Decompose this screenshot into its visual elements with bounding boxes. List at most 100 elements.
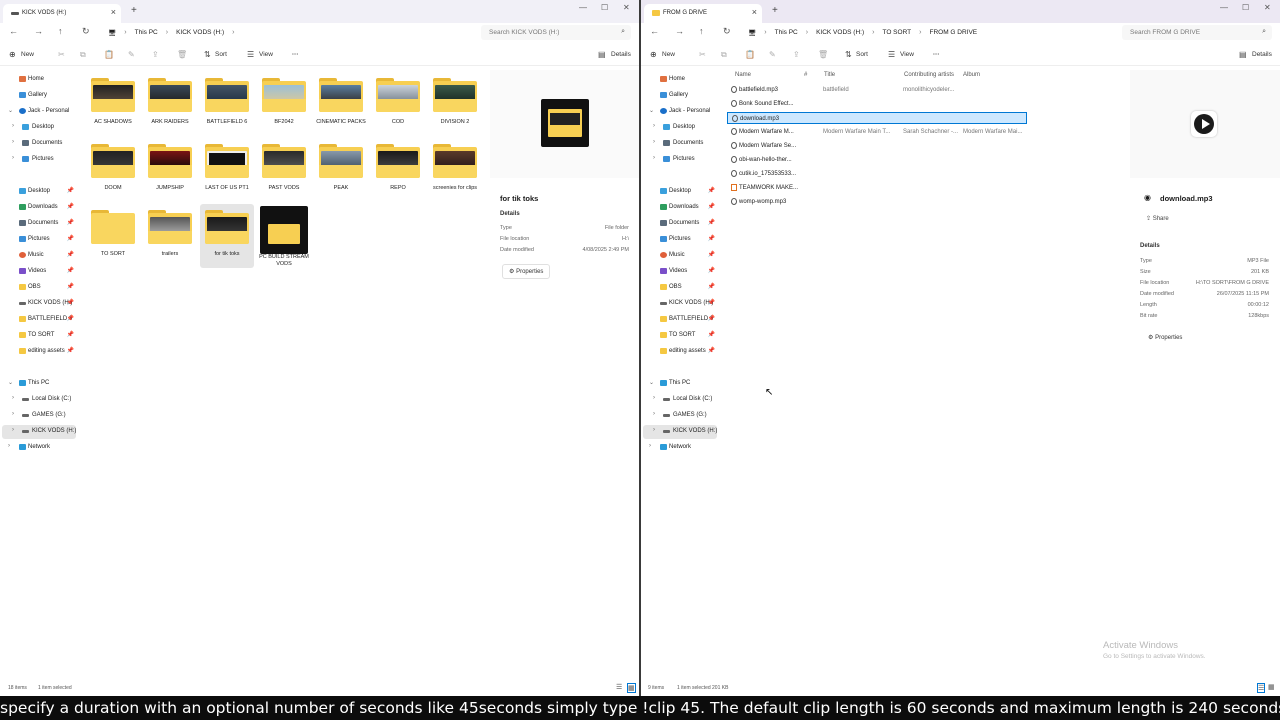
column-header-album[interactable]: Album bbox=[963, 72, 980, 78]
sidebar-item-this-pc[interactable]: ⌄ This PC bbox=[0, 377, 80, 391]
folder-item[interactable]: REPO bbox=[371, 138, 425, 202]
breadcrumb[interactable]: 🖥 › This PC › KICK VODS (H:) › TO SORT ›… bbox=[748, 25, 1108, 40]
folder-item[interactable]: PC BUILD STREAM VODS bbox=[257, 204, 311, 268]
folder-item[interactable]: TO SORT bbox=[86, 204, 140, 268]
pin-icon[interactable]: 📌 bbox=[708, 219, 715, 226]
sort-icon[interactable]: ⇅ bbox=[845, 50, 852, 59]
sidebar-item-editing-assets[interactable]: editing assets 📌 bbox=[641, 345, 721, 359]
folder-item[interactable]: CINEMATIC PACKS bbox=[314, 72, 368, 136]
sidebar-item-kick-vods-drive[interactable]: › KICK VODS (H:) bbox=[2, 425, 76, 439]
refresh-icon[interactable]: ↻ bbox=[723, 26, 731, 37]
rename-icon[interactable]: ✎ bbox=[769, 50, 776, 59]
sidebar-item-gallery[interactable]: Gallery bbox=[641, 89, 721, 103]
file-row[interactable]: battlefield.mp3 battlefield monolithicyo… bbox=[727, 84, 1027, 96]
view-button[interactable]: View bbox=[900, 51, 914, 58]
column-header-name[interactable]: Name bbox=[735, 72, 751, 78]
sidebar-item-documents-od[interactable]: › Documents bbox=[0, 137, 80, 151]
sidebar-item-desktop[interactable]: Desktop 📌 bbox=[0, 185, 80, 199]
sidebar-item-games-drive[interactable]: › GAMES (G:) bbox=[641, 409, 721, 423]
details-pane-icon[interactable]: ▤ bbox=[1239, 50, 1247, 59]
pin-icon[interactable]: 📌 bbox=[67, 283, 74, 290]
pin-icon[interactable]: 📌 bbox=[708, 347, 715, 354]
sidebar-item-editing-assets[interactable]: editing assets 📌 bbox=[0, 345, 80, 359]
pin-icon[interactable]: 📌 bbox=[67, 347, 74, 354]
chevron-down-icon[interactable]: ⌄ bbox=[8, 379, 13, 386]
maximize-icon[interactable]: ☐ bbox=[601, 3, 608, 12]
folder-item[interactable]: PAST VODS bbox=[257, 138, 311, 202]
pin-icon[interactable]: 📌 bbox=[67, 299, 74, 306]
sidebar-item-desktop-od[interactable]: › Desktop bbox=[641, 121, 721, 135]
share-icon[interactable]: ⇪ bbox=[152, 50, 159, 59]
pin-icon[interactable]: 📌 bbox=[67, 251, 74, 258]
sidebar-item-battlefield-6[interactable]: BATTLEFIELD 6 📌 bbox=[641, 313, 721, 327]
chevron-down-icon[interactable]: ⌄ bbox=[8, 107, 13, 114]
cut-icon[interactable]: ✂ bbox=[58, 50, 65, 59]
folder-item[interactable]: JUMPSHIP bbox=[143, 138, 197, 202]
forward-icon[interactable]: → bbox=[34, 26, 43, 36]
folder-item[interactable]: PEAK bbox=[314, 138, 368, 202]
chevron-right-icon[interactable]: › bbox=[12, 123, 14, 129]
chevron-right-icon[interactable]: › bbox=[649, 443, 651, 449]
pin-icon[interactable]: 📌 bbox=[708, 331, 715, 338]
folder-item[interactable]: DOOM bbox=[86, 138, 140, 202]
list-view-icon[interactable]: ☰ bbox=[1257, 683, 1266, 693]
folder-item[interactable]: screenies for clips bbox=[428, 138, 482, 202]
file-row[interactable]: obi-wan-hello-ther... bbox=[727, 154, 1027, 166]
sidebar-item-kick-vods-pinned[interactable]: KICK VODS (H:) 📌 bbox=[641, 297, 721, 311]
sidebar-item-music[interactable]: Music 📌 bbox=[641, 249, 721, 263]
sidebar-item-obs[interactable]: OBS 📌 bbox=[0, 281, 80, 295]
chevron-right-icon[interactable]: › bbox=[653, 395, 655, 401]
forward-icon[interactable]: → bbox=[675, 26, 684, 36]
tab-kick-vods[interactable]: KICK VODS (H:) × bbox=[3, 4, 121, 23]
pin-icon[interactable]: 📌 bbox=[708, 203, 715, 210]
sort-icon[interactable]: ⇅ bbox=[204, 50, 211, 59]
details-button[interactable]: Details bbox=[1252, 51, 1272, 58]
up-icon[interactable]: ↑ bbox=[58, 26, 63, 36]
paste-icon[interactable]: 📋 bbox=[104, 50, 114, 59]
sort-button[interactable]: Sort bbox=[215, 51, 227, 58]
more-options-button[interactable]: ··· bbox=[292, 51, 299, 58]
sort-button[interactable]: Sort bbox=[856, 51, 868, 58]
search-input[interactable]: Search KICK VODS (H:) ⌕ bbox=[481, 25, 631, 40]
sidebar-item-pictures-od[interactable]: › Pictures bbox=[0, 153, 80, 167]
grid-view-icon[interactable]: ▦ bbox=[627, 683, 636, 693]
new-tab-icon[interactable]: + bbox=[772, 5, 778, 16]
details-pane-icon[interactable]: ▤ bbox=[598, 50, 606, 59]
back-icon[interactable]: ← bbox=[650, 26, 659, 36]
sidebar-item-videos[interactable]: Videos 📌 bbox=[641, 265, 721, 279]
delete-icon[interactable]: 🗑 bbox=[818, 50, 828, 59]
folder-item[interactable]: AC SHADOWS bbox=[86, 72, 140, 136]
sidebar-item-pictures[interactable]: Pictures 📌 bbox=[641, 233, 721, 247]
maximize-icon[interactable]: ☐ bbox=[1242, 3, 1249, 12]
sidebar-item-desktop[interactable]: Desktop 📌 bbox=[641, 185, 721, 199]
breadcrumb-from-g-drive[interactable]: FROM G DRIVE bbox=[929, 29, 977, 36]
chevron-right-icon[interactable]: › bbox=[12, 155, 14, 161]
sidebar-item-local-disk[interactable]: › Local Disk (C:) bbox=[641, 393, 721, 407]
pin-icon[interactable]: 📌 bbox=[708, 299, 715, 306]
sidebar-item-home[interactable]: Home bbox=[0, 73, 80, 87]
new-button[interactable]: New bbox=[21, 51, 34, 58]
close-window-icon[interactable]: ✕ bbox=[1264, 3, 1271, 12]
list-view-icon[interactable]: ☰ bbox=[616, 683, 622, 691]
close-window-icon[interactable]: ✕ bbox=[623, 3, 630, 12]
sidebar-item-pictures-od[interactable]: › Pictures bbox=[641, 153, 721, 167]
properties-button[interactable]: ⚙ Properties bbox=[502, 264, 551, 279]
search-input[interactable]: Search FROM G DRIVE ⌕ bbox=[1122, 25, 1272, 40]
chevron-right-icon[interactable]: › bbox=[12, 395, 14, 401]
folder-item[interactable]: ARK RAIDERS bbox=[143, 72, 197, 136]
chevron-down-icon[interactable]: ⌄ bbox=[649, 107, 654, 114]
file-row[interactable]: Modern Warfare Se... bbox=[727, 140, 1027, 152]
sidebar-item-this-pc[interactable]: ⌄ This PC bbox=[641, 377, 721, 391]
details-button[interactable]: Details bbox=[611, 51, 631, 58]
view-button[interactable]: View bbox=[259, 51, 273, 58]
breadcrumb-to-sort[interactable]: TO SORT bbox=[882, 29, 911, 36]
chevron-right-icon[interactable]: › bbox=[12, 427, 14, 433]
delete-icon[interactable]: 🗑 bbox=[177, 50, 187, 59]
sidebar-item-pictures[interactable]: Pictures 📌 bbox=[0, 233, 80, 247]
paste-icon[interactable]: 📋 bbox=[745, 50, 755, 59]
new-button[interactable]: New bbox=[662, 51, 675, 58]
pin-icon[interactable]: 📌 bbox=[67, 315, 74, 322]
sidebar-item-music[interactable]: Music 📌 bbox=[0, 249, 80, 263]
copy-icon[interactable]: ⧉ bbox=[80, 50, 86, 60]
play-icon[interactable] bbox=[1191, 111, 1217, 137]
